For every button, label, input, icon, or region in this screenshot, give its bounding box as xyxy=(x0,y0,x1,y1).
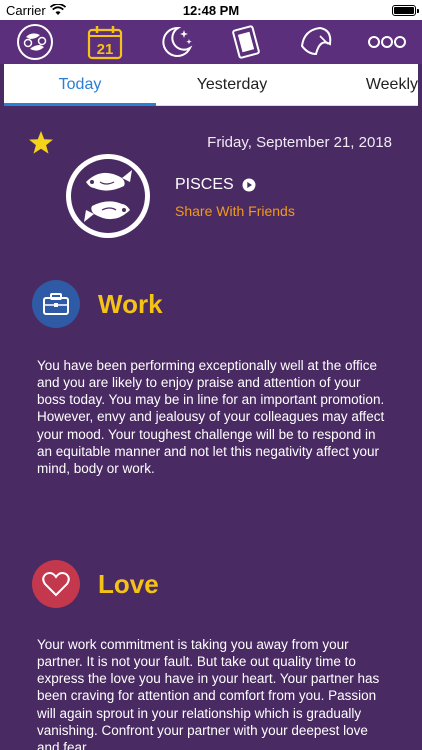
love-text: Your work commitment is taking you away … xyxy=(37,637,380,750)
pisces-emblem-icon xyxy=(66,154,150,238)
day-tabs: Today Yesterday Weekly xyxy=(4,64,418,106)
wifi-icon xyxy=(49,4,66,15)
tab-weekly[interactable]: Weekly xyxy=(308,64,418,105)
work-section-header: Work xyxy=(32,280,163,328)
more-options-icon[interactable] xyxy=(367,22,407,62)
status-left: Carrier xyxy=(6,3,66,18)
work-title: Work xyxy=(98,288,163,319)
sign-name: PISCES xyxy=(175,176,234,193)
carrier-label: Carrier xyxy=(6,2,46,18)
work-text: You have been performing exceptionally w… xyxy=(37,358,385,476)
favorite-star-icon[interactable] xyxy=(28,130,54,156)
battery-icon xyxy=(392,4,419,16)
love-section-header: Love xyxy=(32,560,159,608)
moon-stars-icon[interactable] xyxy=(156,22,196,62)
heart-icon xyxy=(32,560,80,608)
tarot-card-icon[interactable] xyxy=(226,22,266,62)
tab-today[interactable]: Today xyxy=(4,64,156,106)
horoscope-date: Friday, September 21, 2018 xyxy=(207,134,392,151)
share-with-friends-link[interactable]: Share With Friends xyxy=(175,203,295,219)
horoscope-content[interactable]: Friday, September 21, 2018 PISCES Share … xyxy=(0,106,422,750)
play-audio-icon[interactable] xyxy=(242,178,256,192)
fortune-cookie-icon[interactable] xyxy=(296,22,336,62)
status-bar: Carrier 12:48 PM xyxy=(0,0,422,20)
icon-nav-bar: 21 xyxy=(0,20,422,64)
calendar-icon[interactable]: 21 xyxy=(85,22,125,62)
pisces-sign-icon[interactable] xyxy=(15,22,55,62)
briefcase-icon xyxy=(32,280,80,328)
love-title: Love xyxy=(98,568,159,599)
calendar-day: 21 xyxy=(97,41,114,58)
tab-yesterday[interactable]: Yesterday xyxy=(156,64,308,105)
sign-name-row[interactable]: PISCES xyxy=(175,176,256,194)
